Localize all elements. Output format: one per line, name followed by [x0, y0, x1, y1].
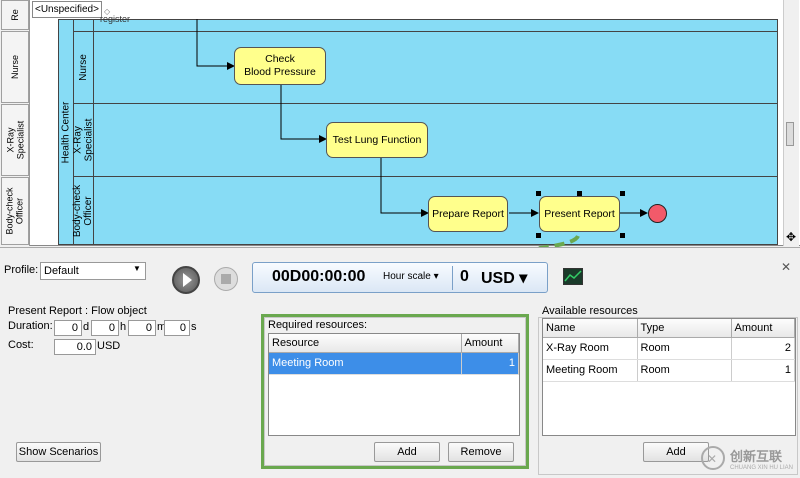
profile-select[interactable]: Default — [40, 262, 146, 280]
selection-handle[interactable] — [577, 191, 582, 196]
logo-icon: ✕ — [701, 446, 725, 470]
column-header-name[interactable]: Name — [543, 319, 638, 338]
duration-hours-input[interactable]: 0 — [91, 320, 119, 336]
cost-input[interactable]: 0.0 — [54, 339, 96, 355]
watermark-sub: CHUANG XIN HU LIAN — [730, 464, 794, 471]
hours-unit: h — [120, 321, 127, 333]
close-icon[interactable]: ✕ — [781, 260, 791, 274]
type-cell[interactable]: Room — [637, 337, 732, 360]
cost-value: 0 — [460, 268, 469, 285]
column-header-amount[interactable]: Amount — [731, 319, 795, 338]
table-row[interactable]: X-Ray Room Room 2 — [543, 337, 795, 360]
selection-handle[interactable] — [536, 191, 541, 196]
type-cell[interactable]: Room — [637, 359, 732, 382]
currency-dropdown[interactable]: USD ▾ — [481, 268, 527, 288]
action-test-lung-function[interactable]: Test Lung Function — [326, 122, 428, 158]
duration-days-input[interactable]: 0 — [54, 320, 82, 336]
name-cell[interactable]: X-Ray Room — [543, 337, 638, 360]
table-row[interactable]: Meeting Room Room 1 — [543, 359, 795, 382]
amount-cell[interactable]: 2 — [731, 337, 795, 360]
clock-divider — [452, 266, 453, 290]
flow-object-title: Present Report : Flow object — [8, 305, 147, 317]
amount-cell[interactable]: 1 — [731, 359, 795, 382]
scrollbar-thumb[interactable] — [786, 122, 794, 146]
profile-label: Profile: — [4, 264, 39, 276]
days-unit: d — [83, 321, 90, 333]
activity-final-node[interactable] — [648, 204, 667, 223]
duration-minutes-input[interactable]: 0 — [128, 320, 156, 336]
chevron-down-icon[interactable]: ▼ — [133, 264, 141, 273]
clock-time: 00D00:00:00 — [272, 268, 366, 285]
available-resources-title: Available resources — [542, 305, 638, 317]
available-resources-table[interactable]: Name Type Amount X-Ray Room Room 2 Meeti… — [542, 318, 796, 436]
highlight-box — [261, 314, 529, 469]
selection-handle[interactable] — [620, 191, 625, 196]
cost-unit: USD — [97, 340, 121, 352]
move-icon[interactable]: ✥ — [784, 230, 798, 244]
action-present-report[interactable]: Present Report — [539, 196, 620, 232]
duration-seconds-input[interactable]: 0 — [164, 320, 190, 336]
show-scenarios-button[interactable]: Show Scenarios — [16, 442, 101, 462]
watermark-logo: ✕ 创新互联 CHUANG XIN HU LIAN — [700, 440, 800, 476]
svg-text:✕: ✕ — [707, 452, 717, 466]
stop-icon — [221, 274, 231, 284]
chart-icon[interactable] — [563, 268, 583, 285]
name-cell[interactable]: Meeting Room — [543, 359, 638, 382]
time-scale-dropdown[interactable]: Hour scale ▾ — [383, 271, 439, 282]
action-check-blood-pressure[interactable]: Check Blood Pressure — [234, 47, 326, 85]
selection-handle[interactable] — [620, 233, 625, 238]
selection-handle[interactable] — [536, 233, 541, 238]
duration-label: Duration: — [8, 320, 53, 332]
play-icon — [183, 273, 192, 287]
action-prepare-report[interactable]: Prepare Report — [428, 196, 508, 232]
column-header-type[interactable]: Type — [637, 319, 732, 338]
seconds-unit: s — [191, 321, 197, 333]
watermark-brand: 创新互联 — [730, 448, 783, 464]
cost-label: Cost: — [8, 339, 34, 351]
